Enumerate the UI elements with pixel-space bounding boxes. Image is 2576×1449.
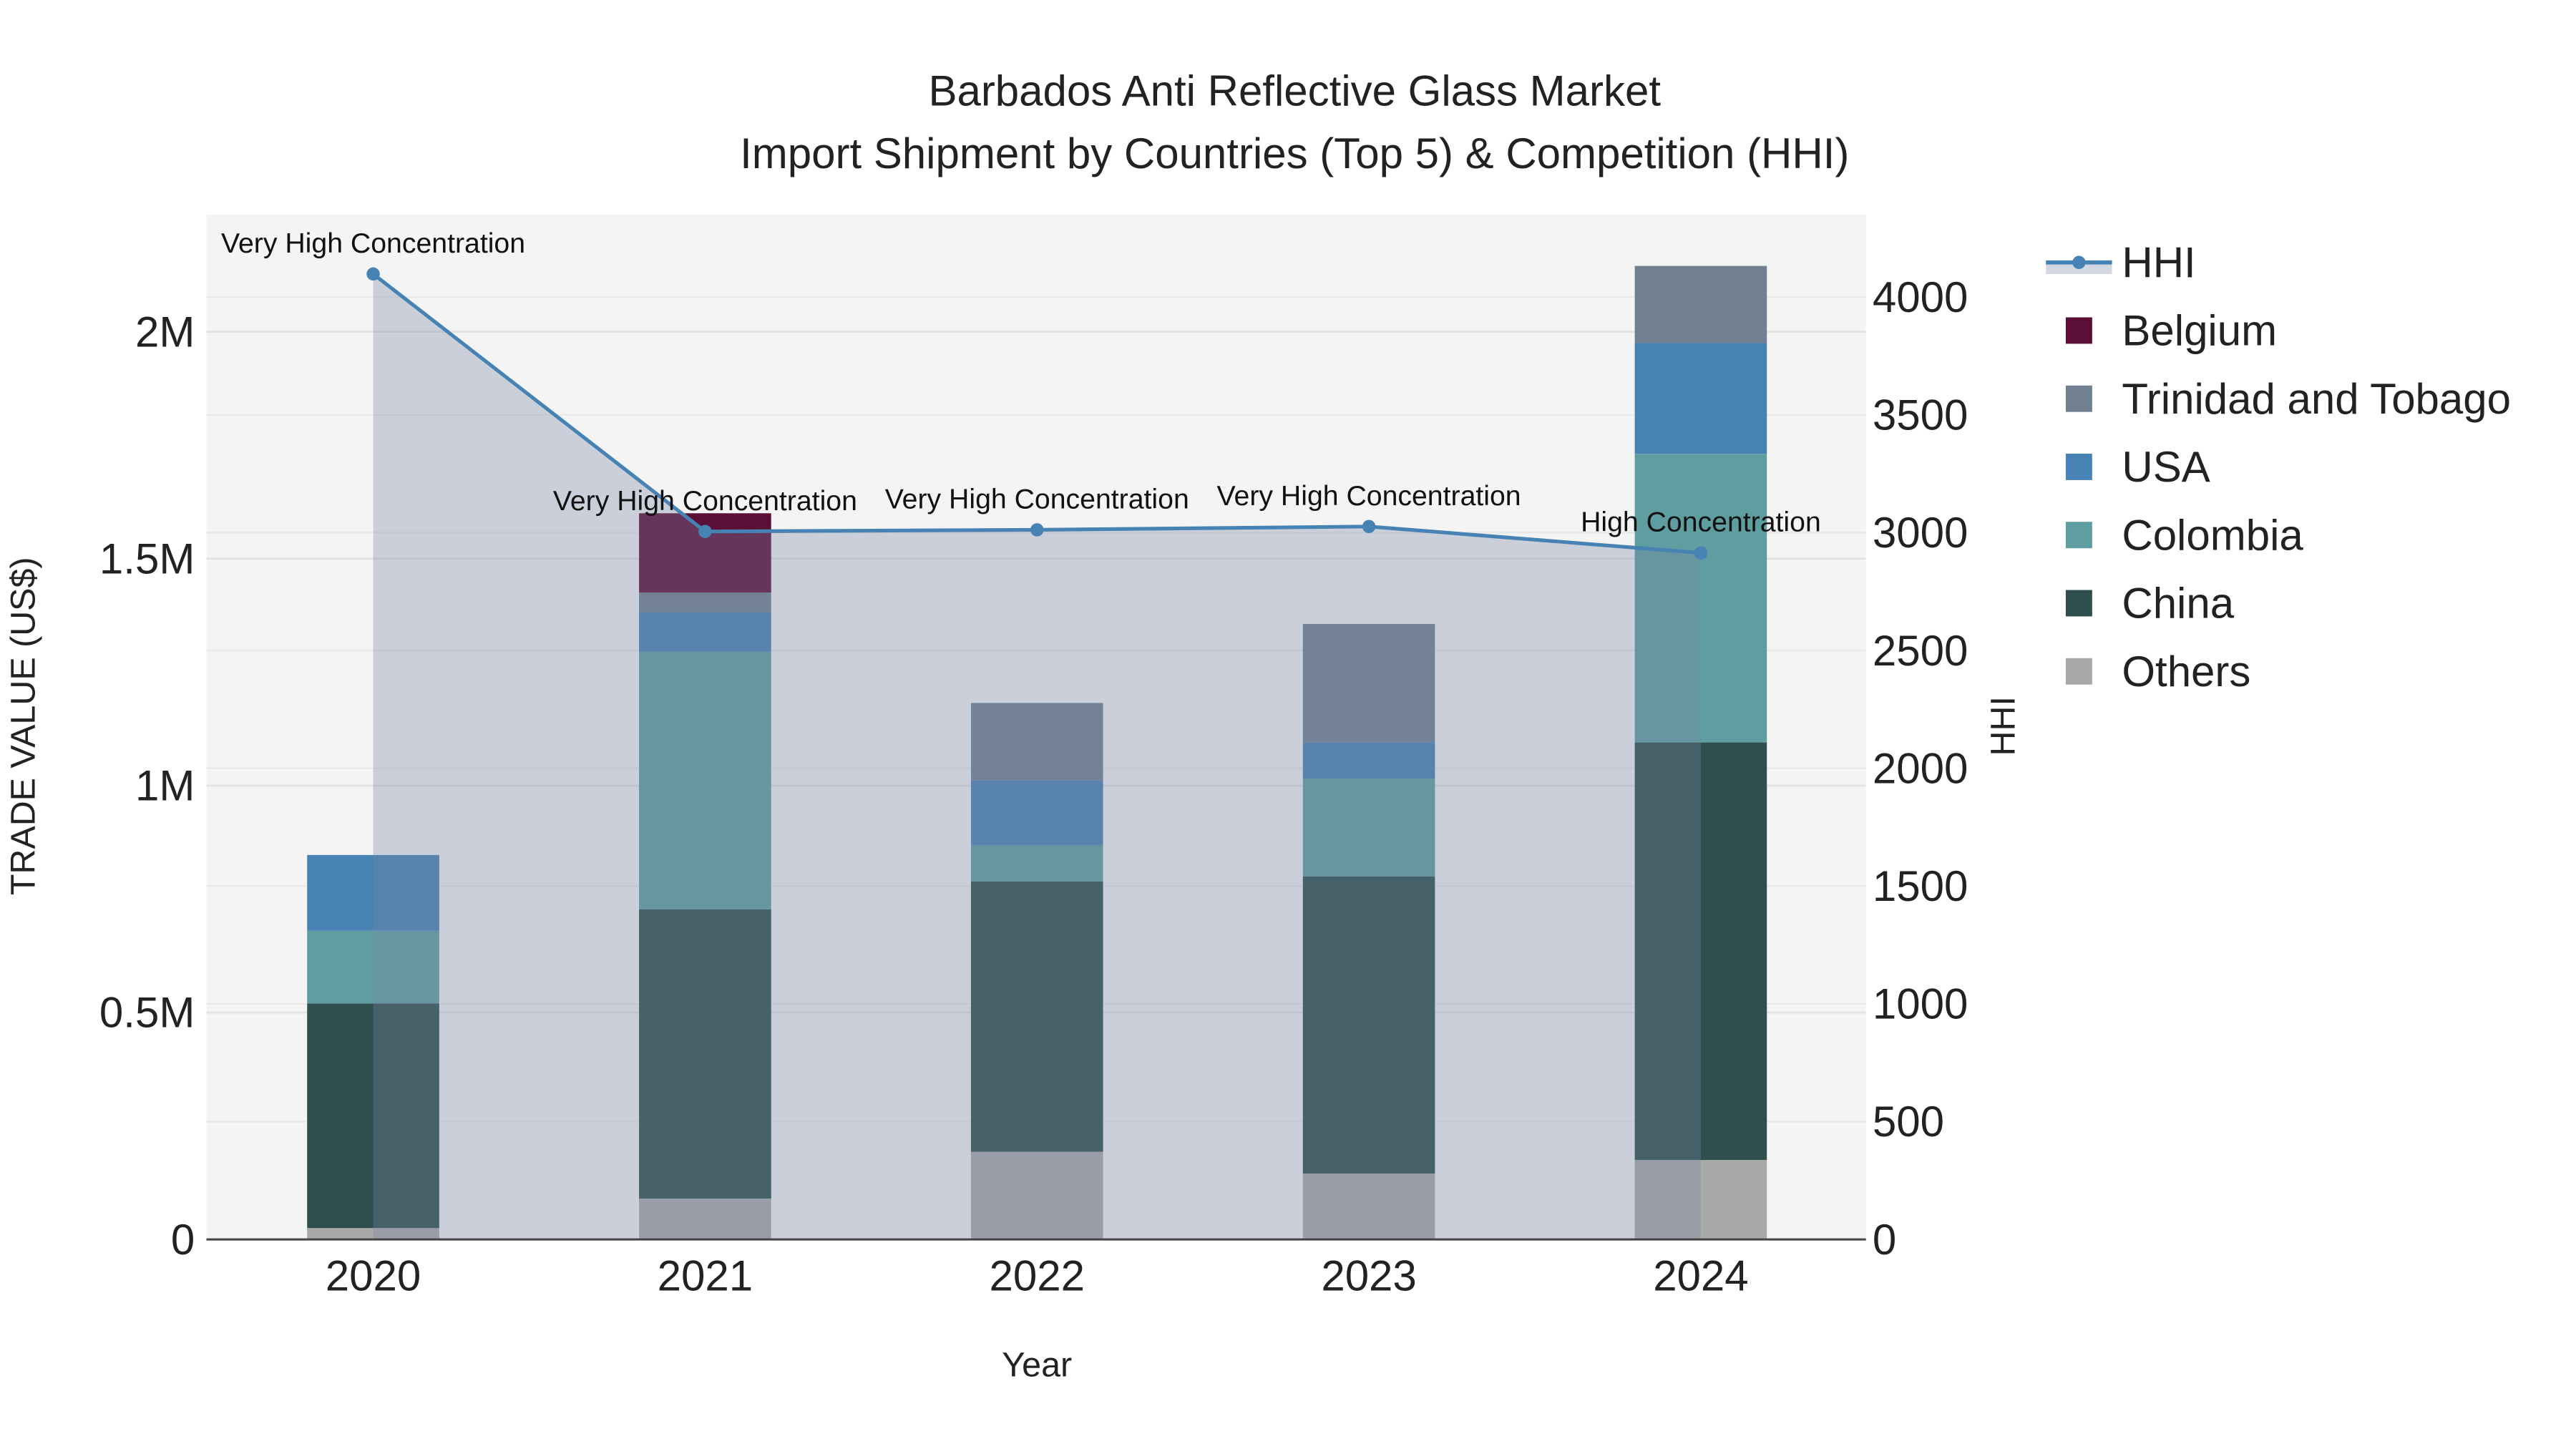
y2-tick-label: 2500 [1873, 627, 1968, 675]
y2-tick-label: 4000 [1873, 273, 1968, 321]
legend-swatch [2065, 522, 2092, 549]
hhi-point[interactable] [1030, 523, 1044, 537]
legend-label: Colombia [2122, 512, 2303, 560]
legend-item-belgium[interactable]: Belgium [2065, 307, 2277, 355]
y-tick-label: 2M [135, 308, 195, 356]
x-tick-label: 2021 [658, 1252, 753, 1300]
legend-label: Trinidad and Tobago [2122, 375, 2511, 423]
legend-item-china[interactable]: China [2065, 580, 2235, 628]
y2-axis-title: HHI [1984, 696, 2022, 756]
legend-item-hhi[interactable]: HHI [2046, 238, 2196, 286]
x-tick-label: 2023 [1321, 1252, 1416, 1300]
hhi-annotation: Very High Concentration [553, 486, 857, 517]
y2-tick-label: 3500 [1873, 391, 1968, 439]
y2-tick-label: 500 [1873, 1098, 1944, 1146]
hhi-point[interactable] [366, 267, 380, 281]
y-tick-label: 0 [171, 1216, 195, 1264]
hhi-annotation: Very High Concentration [885, 484, 1189, 514]
chart: Very High Concentration Very High Concent… [4, 67, 2511, 1385]
legend-label: USA [2122, 443, 2210, 491]
legend-item-usa[interactable]: USA [2065, 443, 2210, 491]
chart-subtitle: Import Shipment by Countries (Top 5) & C… [740, 130, 1849, 177]
x-tick-label: 2020 [326, 1252, 421, 1300]
x-tick-label: 2024 [1653, 1252, 1748, 1300]
bar-usa-2024[interactable] [1634, 343, 1767, 454]
y-axis-title: TRADE VALUE (US$) [4, 557, 42, 895]
hhi-annotation: High Concentration [1581, 507, 1821, 538]
x-tick-label: 2022 [990, 1252, 1085, 1300]
legend-item-trinidad-and-tobago[interactable]: Trinidad and Tobago [2065, 375, 2511, 423]
chart-title: Barbados Anti Reflective Glass Market [928, 67, 1661, 115]
hhi-point[interactable] [698, 525, 712, 538]
legend-swatch [2065, 385, 2092, 412]
legend-label: HHI [2122, 238, 2195, 286]
legend-swatch [2065, 317, 2092, 344]
legend-swatch [2065, 658, 2092, 685]
legend-item-colombia[interactable]: Colombia [2065, 512, 2303, 560]
legend-marker [2072, 255, 2086, 269]
y2-tick-label: 3000 [1873, 509, 1968, 557]
hhi-point[interactable] [1362, 519, 1376, 534]
hhi-annotation: Very High Concentration [1217, 481, 1521, 512]
bar-trinidad-and-tobago-2024[interactable] [1634, 265, 1767, 343]
y2-tick-label: 0 [1873, 1216, 1896, 1264]
legend-swatch [2065, 590, 2092, 617]
legend-label: Others [2122, 648, 2250, 696]
y2-tick-label: 2000 [1873, 744, 1968, 792]
y-tick-label: 0.5M [99, 989, 195, 1037]
legend-label: China [2122, 580, 2234, 628]
y2-tick-label: 1500 [1873, 862, 1968, 910]
hhi-point[interactable] [1694, 546, 1708, 560]
y-tick-label: 1M [135, 762, 195, 810]
y2-tick-label: 1000 [1873, 980, 1968, 1028]
legend-swatch [2065, 454, 2092, 480]
legend-item-others[interactable]: Others [2065, 648, 2250, 696]
hhi-annotation: Very High Concentration [221, 228, 525, 259]
x-axis-title: Year [1002, 1346, 1072, 1385]
y-tick-label: 1.5M [99, 535, 195, 582]
legend-label: Belgium [2122, 307, 2277, 355]
